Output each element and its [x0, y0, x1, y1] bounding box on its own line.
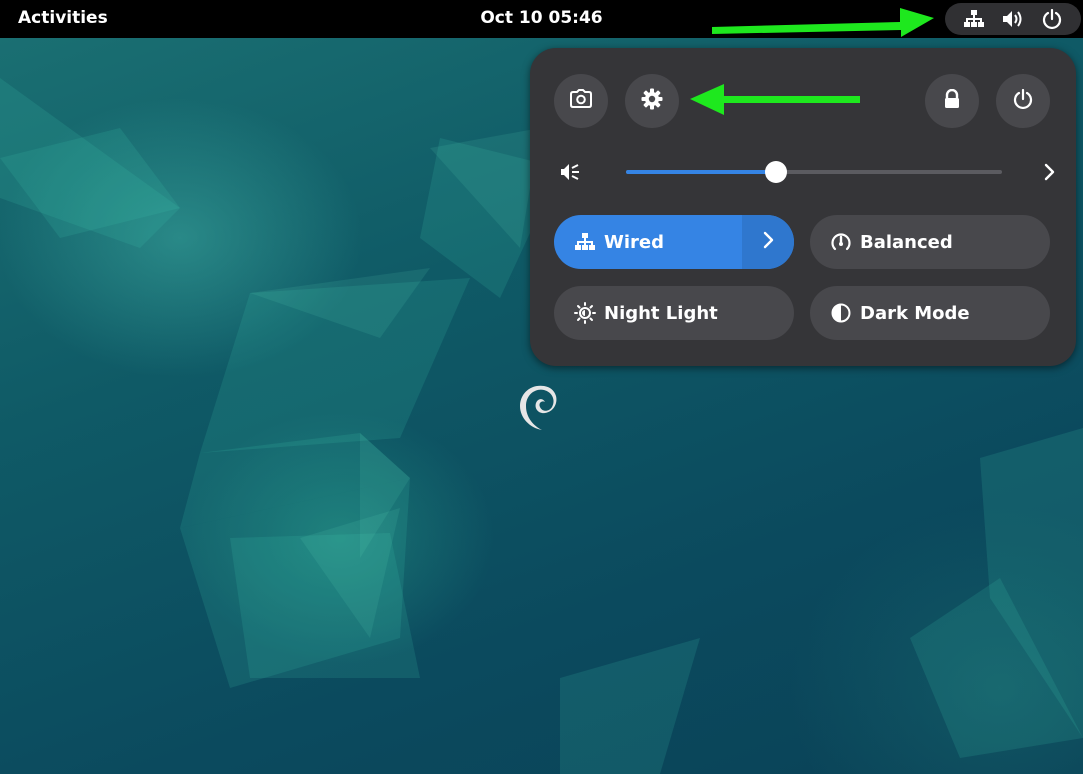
top-bar: Activities Oct 10 05:46 — [0, 0, 1083, 38]
volume-menu-chevron-icon[interactable] — [1038, 161, 1060, 183]
lock-icon — [943, 88, 961, 113]
chevron-right-icon — [759, 230, 777, 255]
debian-logo — [514, 376, 562, 434]
dark-mode-icon — [830, 302, 852, 324]
volume-row — [554, 154, 1055, 190]
toggle-wired[interactable]: Wired — [554, 215, 794, 269]
power-icon — [1041, 8, 1063, 30]
quick-settings-menu: Wired Balanced Night Light Dark Mode — [530, 48, 1076, 366]
screenshot-icon — [570, 89, 592, 113]
power-profile-icon — [830, 231, 852, 253]
toggle-dark-mode-label: Dark Mode — [860, 302, 970, 324]
network-wired-icon — [963, 8, 985, 30]
toggle-dark-mode[interactable]: Dark Mode — [810, 286, 1050, 340]
toggle-power-mode-label: Balanced — [860, 231, 953, 253]
settings-gear-icon — [641, 88, 663, 114]
activities-button[interactable]: Activities — [18, 0, 108, 38]
volume-slider-fill — [626, 170, 777, 174]
power-off-button[interactable] — [996, 74, 1050, 128]
toggle-night-light[interactable]: Night Light — [554, 286, 794, 340]
settings-button[interactable] — [625, 74, 679, 128]
toggle-wired-label: Wired — [604, 231, 664, 253]
toggle-power-mode[interactable]: Balanced — [810, 215, 1050, 269]
volume-muted-icon[interactable] — [560, 161, 582, 183]
volume-slider[interactable] — [626, 161, 1002, 183]
clock-label[interactable]: Oct 10 05:46 — [480, 8, 602, 28]
volume-slider-knob[interactable] — [765, 161, 788, 183]
clock: Oct 10 05:46 — [0, 0, 1083, 38]
power-icon — [1013, 88, 1033, 113]
screenshot-button[interactable] — [554, 74, 608, 128]
night-light-icon — [574, 302, 596, 324]
system-status-area[interactable] — [945, 3, 1081, 35]
network-wired-icon — [574, 231, 596, 253]
wired-menu-button[interactable] — [742, 215, 794, 269]
toggle-night-light-label: Night Light — [604, 302, 718, 324]
volume-icon — [1002, 8, 1024, 30]
lock-button[interactable] — [925, 74, 979, 128]
